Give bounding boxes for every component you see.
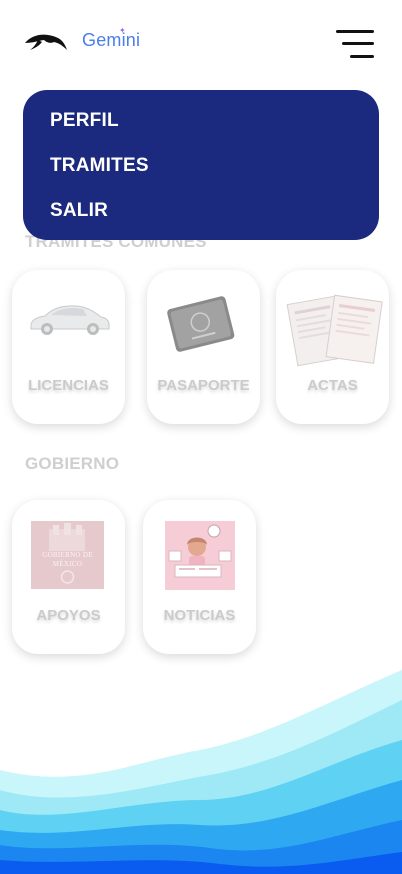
news-icon — [165, 521, 235, 590]
documents-icon — [286, 294, 383, 367]
section-title-gobierno: GOBIERNO — [25, 454, 120, 473]
menu-item-salir[interactable]: SALIR — [50, 200, 108, 222]
sparkle-icon: ✦ — [119, 26, 126, 35]
card-apoyos[interactable]: GOBIERNO DE MÉXICO APOYOS — [12, 500, 125, 654]
menu-line — [336, 30, 374, 33]
wave-decoration — [0, 670, 402, 874]
card-label: ACTAS — [307, 377, 358, 394]
dropdown-menu: PERFIL TRAMITES SALIR — [23, 90, 379, 240]
gobierno-mexico-text: GOBIERNO DE MÉXICO — [42, 551, 93, 568]
card-pasaporte[interactable]: PASAPORTE — [147, 270, 260, 424]
hamburger-menu-button[interactable] — [334, 28, 376, 60]
gobierno-mexico-icon: GOBIERNO DE MÉXICO — [31, 521, 104, 589]
card-noticias[interactable]: NOTICIAS — [143, 500, 256, 654]
card-label: APOYOS — [36, 607, 101, 624]
menu-item-tramites[interactable]: TRAMITES — [50, 155, 149, 177]
car-icon — [30, 305, 110, 335]
menu-line — [342, 42, 374, 45]
passport-icon — [167, 296, 235, 352]
dolphin-logo-icon — [25, 34, 67, 50]
brand-name: Gemini ✦ — [82, 26, 141, 50]
menu-item-perfil[interactable]: PERFIL — [50, 110, 119, 132]
app-header: Gemini ✦ — [0, 0, 402, 85]
card-licencias[interactable]: LICENCIAS — [12, 270, 125, 424]
card-label: NOTICIAS — [163, 607, 236, 624]
card-label: PASAPORTE — [157, 377, 250, 394]
menu-line — [350, 55, 374, 58]
card-actas[interactable]: ACTAS — [276, 270, 389, 424]
card-label: LICENCIAS — [28, 377, 109, 394]
